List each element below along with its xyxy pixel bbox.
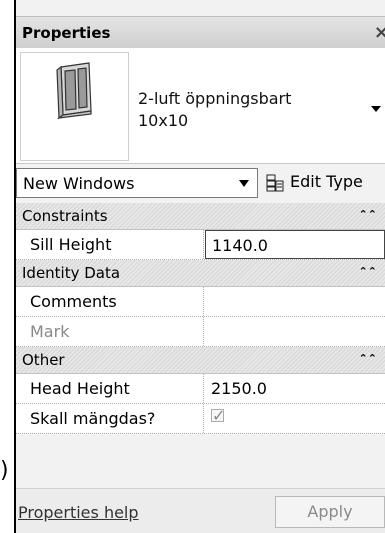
instance-filter-value: New Windows bbox=[23, 174, 135, 193]
property-name-text: Comments bbox=[30, 292, 117, 311]
properties-help-link[interactable]: Properties help bbox=[18, 503, 139, 522]
apply-button[interactable]: Apply bbox=[275, 496, 385, 528]
section-label: Constraints bbox=[22, 207, 108, 225]
type-name: 2-luft öppningsbart 10x10 bbox=[138, 88, 291, 132]
instance-filter-dropdown[interactable]: New Windows bbox=[16, 168, 258, 198]
window-preview-icon bbox=[20, 52, 129, 161]
collapse-icon[interactable]: ⌃⌃ bbox=[359, 352, 377, 365]
palette-titlebar[interactable]: Properties × bbox=[16, 16, 385, 50]
collapse-icon[interactable]: ⌃⌃ bbox=[359, 265, 377, 278]
property-name-text: Sill Height bbox=[30, 235, 112, 254]
close-icon[interactable]: × bbox=[374, 22, 385, 43]
property-name-text: Head Height bbox=[30, 379, 130, 398]
property-row-sill-height: Sill Height 1140.0 bbox=[16, 230, 385, 260]
collapse-icon[interactable]: ⌃⌃ bbox=[359, 208, 377, 221]
property-value-text: 2150.0 bbox=[211, 379, 267, 398]
properties-palette: Properties × 2-luft öppningsbart 10x10 N… bbox=[14, 0, 385, 533]
property-row-skall-mangdas: Skall mängdas? ✓ bbox=[16, 404, 385, 434]
skall-mangdas-checkbox[interactable]: ✓ bbox=[211, 408, 225, 424]
type-selector[interactable]: 2-luft öppningsbart 10x10 bbox=[16, 48, 385, 164]
palette-title: Properties bbox=[22, 24, 111, 42]
type-name-line1: 2-luft öppningsbart bbox=[138, 89, 292, 108]
edit-type-button[interactable]: Edit Type bbox=[264, 168, 385, 198]
property-row-head-height: Head Height 2150.0 bbox=[16, 374, 385, 404]
skall-mangdas-value: ✓ bbox=[205, 404, 385, 433]
section-label: Other bbox=[22, 351, 65, 369]
chevron-down-icon bbox=[239, 180, 249, 187]
property-name: Comments bbox=[16, 287, 204, 316]
property-name: Mark bbox=[16, 317, 204, 346]
head-height-input[interactable]: 2150.0 bbox=[205, 374, 385, 403]
property-name-text: Skall mängdas? bbox=[30, 409, 156, 428]
section-constraints[interactable]: Constraints ⌃⌃ bbox=[16, 203, 385, 230]
section-identity-data[interactable]: Identity Data ⌃⌃ bbox=[16, 260, 385, 287]
type-name-line2: 10x10 bbox=[138, 111, 189, 130]
edit-type-icon bbox=[266, 174, 284, 196]
section-other[interactable]: Other ⌃⌃ bbox=[16, 347, 385, 374]
property-row-mark: Mark bbox=[16, 317, 385, 347]
palette-footer: Properties help Apply bbox=[16, 488, 385, 533]
property-value-text: 1140.0 bbox=[212, 236, 268, 255]
property-row-comments: Comments bbox=[16, 287, 385, 317]
comments-input[interactable] bbox=[205, 287, 385, 316]
property-name: Head Height bbox=[16, 374, 204, 403]
section-label: Identity Data bbox=[22, 264, 121, 282]
property-name-text: Mark bbox=[30, 322, 70, 341]
sill-height-input[interactable]: 1140.0 bbox=[205, 230, 385, 259]
instance-filter-row: New Windows Edit Type bbox=[16, 166, 385, 202]
edit-type-label: Edit Type bbox=[290, 172, 363, 191]
mark-input[interactable] bbox=[205, 317, 385, 346]
chevron-down-icon[interactable] bbox=[371, 106, 381, 112]
property-name: Skall mängdas? bbox=[16, 404, 204, 433]
property-name: Sill Height bbox=[16, 230, 204, 259]
property-grid: Constraints ⌃⌃ Sill Height 1140.0 Identi… bbox=[16, 203, 385, 434]
stray-paren: ) bbox=[0, 458, 9, 483]
